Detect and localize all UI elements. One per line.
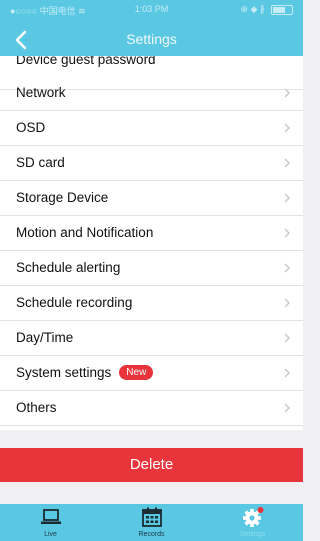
- chevron-right-icon: [284, 88, 290, 98]
- settings-item-label: Network: [16, 85, 66, 100]
- settings-item-schedule-alerting[interactable]: Schedule alerting: [0, 251, 303, 286]
- chevron-right-icon: [284, 158, 290, 168]
- nav-bar: Settings: [0, 22, 303, 56]
- laptop-icon: [41, 509, 61, 524]
- app-header: ●○○○○ 中国电信 ≋ 1:03 PM ⊕ ◆ ∦ Settings: [0, 0, 303, 56]
- settings-item-sd-card[interactable]: SD card: [0, 146, 303, 181]
- settings-item-label: Schedule alerting: [16, 260, 121, 275]
- tab-label: Settings: [239, 531, 266, 538]
- gear-icon: [243, 507, 264, 527]
- settings-item-storage-device[interactable]: Storage Device: [0, 181, 303, 216]
- settings-item-osd[interactable]: OSD: [0, 111, 303, 146]
- chevron-right-icon: [284, 333, 290, 343]
- status-bar: ●○○○○ 中国电信 ≋ 1:03 PM ⊕ ◆ ∦: [0, 0, 303, 18]
- tab-label: Live: [44, 531, 57, 538]
- tab-live[interactable]: Live: [0, 504, 101, 541]
- tab-settings[interactable]: Settings: [202, 504, 303, 541]
- page-title: Settings: [126, 31, 177, 47]
- status-icons: ⊕ ◆ ∦: [241, 4, 293, 15]
- chevron-right-icon: [284, 263, 290, 273]
- chevron-right-icon: [284, 228, 290, 238]
- new-badge: New: [119, 364, 154, 380]
- settings-item-system-settings[interactable]: System settings New: [0, 356, 303, 391]
- delete-button[interactable]: Delete: [0, 448, 303, 482]
- settings-item-day-time[interactable]: Day/Time: [0, 321, 303, 356]
- settings-list: Device guest password Network OSD SD car…: [0, 56, 303, 430]
- status-right-text: ⊕ ◆ ∦: [240, 4, 265, 14]
- tab-bar: Live Records Settings: [0, 504, 303, 541]
- chevron-right-icon: [284, 123, 290, 133]
- settings-item-label: Storage Device: [16, 190, 109, 205]
- tab-records[interactable]: Records: [101, 504, 202, 541]
- tab-label: Records: [138, 531, 165, 538]
- chevron-right-icon: [284, 193, 290, 203]
- settings-item-motion-notification[interactable]: Motion and Notification: [0, 216, 303, 251]
- settings-item-label: OSD: [16, 120, 46, 135]
- chevron-right-icon: [284, 403, 290, 413]
- battery-icon: [271, 4, 293, 15]
- settings-item-label: Others: [16, 400, 57, 415]
- settings-item-label: Day/Time: [16, 330, 74, 345]
- notification-dot: [257, 507, 264, 513]
- chevron-right-icon: [284, 298, 290, 308]
- settings-item-schedule-recording[interactable]: Schedule recording: [0, 286, 303, 321]
- settings-item-text: System settings: [16, 365, 112, 380]
- settings-item-network[interactable]: Network: [0, 76, 303, 111]
- calendar-icon: [142, 507, 162, 527]
- settings-item-label: Device guest password: [16, 56, 156, 67]
- settings-item-label: SD card: [16, 155, 65, 170]
- settings-item-label: Schedule recording: [16, 295, 133, 310]
- settings-item-others[interactable]: Others: [0, 391, 303, 426]
- settings-item-label: Motion and Notification: [16, 225, 154, 240]
- settings-item-label: System settings New: [16, 356, 154, 390]
- chevron-right-icon: [284, 368, 290, 378]
